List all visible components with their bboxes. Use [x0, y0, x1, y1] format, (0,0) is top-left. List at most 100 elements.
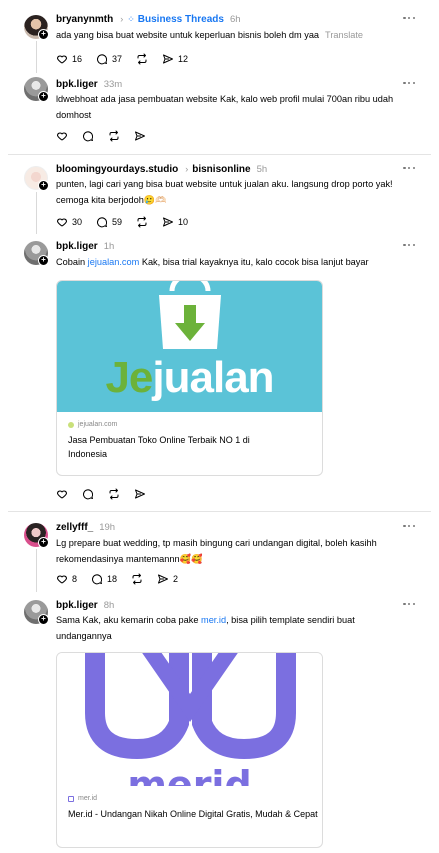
username[interactable]: bpk.liger	[56, 79, 98, 90]
thread-line	[36, 549, 37, 592]
like-count: 30	[72, 217, 83, 227]
username[interactable]: bpk.liger	[56, 241, 98, 252]
like-button[interactable]: 16	[56, 53, 82, 65]
post-link[interactable]: jejualan.com	[88, 257, 140, 267]
thread-line	[36, 41, 37, 73]
thread-post-4[interactable]: + bpk.liger 1h Cobain jejualan.com Kak, …	[0, 239, 439, 504]
like-count: 8	[72, 574, 78, 584]
comment-count: 18	[107, 574, 118, 584]
repost-button[interactable]	[136, 216, 148, 228]
community-name[interactable]: bisnisonline	[192, 164, 250, 175]
follow-plus-icon[interactable]: +	[38, 29, 49, 40]
comment-icon	[92, 574, 103, 585]
share-button[interactable]: 10	[162, 216, 188, 228]
comment-icon	[83, 131, 94, 142]
comment-icon	[97, 217, 108, 228]
avatar[interactable]: +	[24, 77, 49, 102]
more-icon[interactable]	[403, 598, 415, 610]
timestamp: 1h	[103, 240, 115, 252]
heart-icon	[57, 132, 67, 141]
post-body: Sama Kak, aku kemarin coba pake	[56, 615, 202, 625]
username[interactable]: zellyfff_	[56, 522, 93, 533]
timestamp: 33m	[103, 78, 123, 90]
like-count: 16	[72, 54, 83, 64]
post-actions: 8 18 2	[56, 572, 192, 586]
post-actions	[56, 487, 160, 501]
follow-plus-icon[interactable]: +	[38, 537, 49, 548]
more-icon[interactable]	[403, 239, 415, 251]
comment-button[interactable]	[82, 488, 94, 500]
follow-plus-icon[interactable]: +	[38, 91, 49, 102]
like-button[interactable]: 30	[56, 216, 82, 228]
post-text: Lg prepare buat wedding, tp masih bingun…	[56, 538, 377, 564]
divider	[8, 511, 431, 512]
comment-button[interactable]: 18	[91, 573, 117, 585]
comment-button[interactable]	[82, 130, 94, 142]
merid-logo-image: merid	[57, 653, 322, 786]
repost-icon	[109, 130, 119, 142]
community-icon: ⁘	[127, 13, 135, 24]
share-icon	[158, 574, 169, 584]
thread-post-2[interactable]: + bpk.liger 33m ldwebhoat ada jasa pembu…	[0, 77, 439, 147]
repost-button[interactable]	[108, 130, 120, 142]
more-icon[interactable]	[403, 162, 415, 174]
card-domain: jejualan.com	[68, 421, 311, 428]
repost-button[interactable]	[108, 488, 120, 500]
card-title: Mer.id - Undangan Nikah Online Digital G…	[68, 809, 318, 819]
follow-plus-icon[interactable]: +	[38, 614, 49, 625]
more-icon[interactable]	[403, 520, 415, 532]
avatar[interactable]: +	[24, 166, 49, 191]
heart-icon	[57, 575, 67, 584]
share-button[interactable]: 2	[157, 573, 178, 585]
avatar[interactable]: +	[24, 241, 49, 266]
username[interactable]: bryanynmth	[56, 14, 113, 25]
post-text: Sama Kak, aku kemarin coba pake mer.id, …	[56, 612, 368, 644]
share-icon	[163, 54, 174, 64]
like-button[interactable]	[56, 130, 68, 142]
post-text: punten, lagi cari yang bisa buat website…	[56, 179, 393, 205]
like-button[interactable]	[56, 488, 68, 500]
translate-link[interactable]: Translate	[325, 30, 363, 40]
like-button[interactable]: 8	[56, 573, 77, 585]
more-icon[interactable]	[403, 77, 415, 89]
comment-count: 37	[112, 54, 123, 64]
heart-icon	[57, 490, 67, 499]
share-button[interactable]	[134, 488, 146, 500]
share-button[interactable]	[134, 130, 146, 142]
link-preview-card[interactable]: Jejualan jejualan.com Jasa Pembuatan Tok…	[56, 280, 323, 476]
heart-icon	[57, 218, 67, 227]
follow-plus-icon[interactable]: +	[38, 255, 49, 266]
follow-plus-icon[interactable]: +	[38, 180, 49, 191]
share-icon	[135, 489, 145, 499]
link-preview-card[interactable]: merid mer.id Mer.id - Undangan Nikah Onl…	[56, 652, 323, 848]
timestamp: 5h	[256, 163, 268, 175]
jejualan-logo-image: Jejualan	[57, 281, 322, 412]
share-button[interactable]: 12	[162, 53, 188, 65]
comment-button[interactable]: 59	[96, 216, 122, 228]
avatar[interactable]: +	[24, 600, 49, 625]
avatar[interactable]: +	[24, 523, 49, 548]
thread-post-5[interactable]: + zellyfff_ 19h Lg prepare buat wedding,…	[0, 520, 439, 592]
post-link[interactable]: mer.id	[201, 615, 226, 625]
username[interactable]: bloomingyourdays.studio	[56, 164, 178, 175]
heart-icon	[57, 55, 67, 64]
divider	[8, 154, 431, 155]
post-text: Cobain jejualan.com Kak, bisa trial kaya…	[56, 254, 416, 270]
share-count: 12	[178, 54, 189, 64]
username[interactable]: bpk.liger	[56, 600, 98, 611]
card-title: Jasa Pembuatan Toko Online Terbaik NO 1 …	[68, 435, 250, 459]
community-name[interactable]: Business Threads	[138, 14, 224, 25]
thread-post-6[interactable]: + bpk.liger 8h Sama Kak, aku kemarin cob…	[0, 598, 439, 853]
repost-button[interactable]	[131, 573, 143, 585]
avatar[interactable]: +	[24, 15, 49, 40]
repost-button[interactable]	[136, 53, 148, 65]
comment-button[interactable]: 37	[96, 53, 122, 65]
more-icon[interactable]	[403, 12, 415, 24]
jejualan-wordmark: Jejualan	[57, 354, 322, 402]
post-body: ada yang bisa buat website untuk keperlu…	[56, 30, 320, 40]
card-domain: mer.id	[68, 795, 311, 802]
repost-icon	[109, 488, 119, 500]
share-count: 10	[178, 217, 189, 227]
thread-post-3[interactable]: + bloomingyourdays.studio › bisnisonline…	[0, 162, 439, 234]
wordmark-jualan: jualan	[152, 353, 274, 402]
